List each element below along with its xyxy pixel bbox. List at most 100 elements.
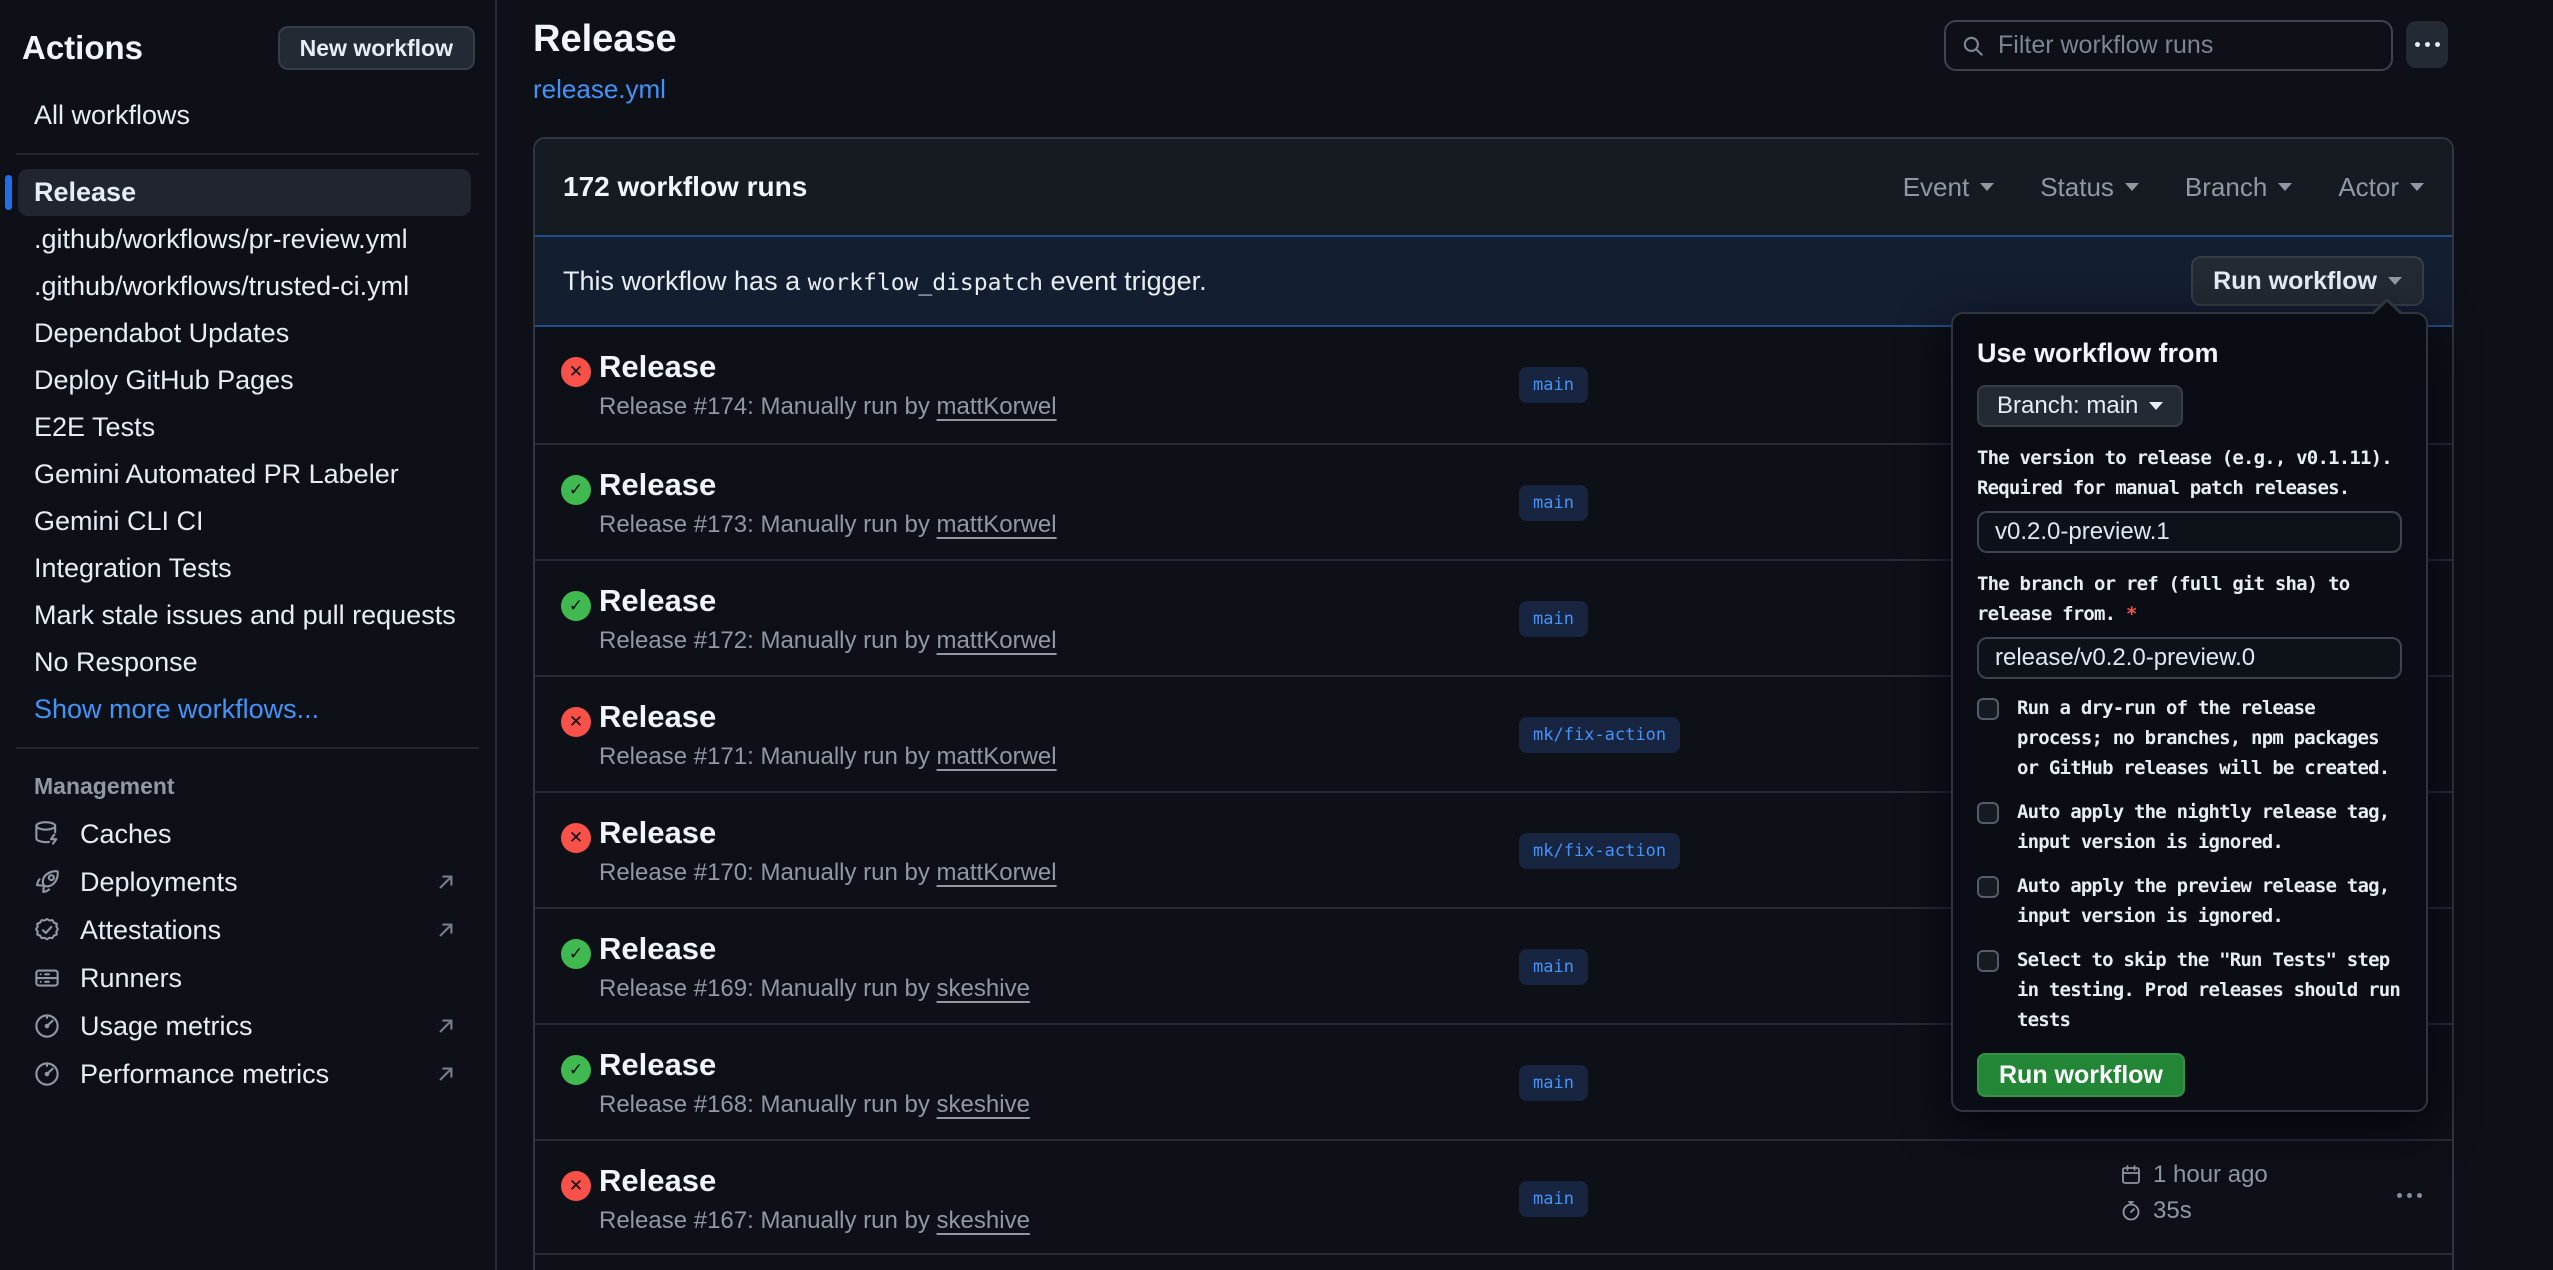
run-status-icon: ✕ [561,357,591,387]
ref-input[interactable] [1977,637,2402,679]
checkbox[interactable] [1977,950,1999,972]
run-description: Release #168: Manually run by skeshive [599,1091,1030,1119]
sidebar-workflow-item[interactable]: Integration Tests [0,545,495,592]
run-workflow-submit-button[interactable]: Run workflow [1977,1053,2185,1097]
branch-badge[interactable]: main [1519,1065,1588,1101]
run-actor-link[interactable]: skeshive [937,1091,1030,1118]
run-duration: 35s [2119,1197,2268,1225]
checkbox-label: Run a dry-run of the release process; no… [2017,693,2389,783]
run-actor-link[interactable]: mattKorwel [937,859,1057,886]
horizontal-kebab-icon [2415,42,2440,47]
filter-dropdown-button[interactable]: Event [1903,172,1995,203]
sidebar-header: Actions New workflow [0,0,495,70]
stopwatch-icon [2119,1199,2143,1223]
chevron-down-icon [2149,402,2163,410]
filter-workflow-runs-input[interactable] [1998,31,2377,60]
run-title-link[interactable]: Release [599,699,716,735]
external-link-icon [433,869,459,895]
workflow-dispatch-code: workflow_dispatch [808,270,1043,296]
run-title-link[interactable]: Release [599,1163,716,1199]
horizontal-kebab-icon [2397,1193,2422,1198]
checkbox-label: Select to skip the "Run Tests" step in t… [2017,945,2400,1035]
workflow-run-row[interactable]: ✕ Release Release #167: Manually run by … [535,1139,2452,1255]
run-kebab-button[interactable] [2397,1185,2422,1203]
dispatch-checkbox-row[interactable]: Run a dry-run of the release process; no… [1977,693,2402,783]
workflow-file-link[interactable]: release.yml [533,74,666,105]
cache-icon [32,819,62,849]
sidebar-item-label: Runners [80,963,182,994]
run-title-link[interactable]: Release [599,583,716,619]
run-meta: 1 hour ago 35s [2119,1161,2268,1225]
panel-caret [2373,302,2401,315]
dispatch-checkbox-row[interactable]: Auto apply the nightly release tag, inpu… [1977,797,2402,857]
runs-card-header: 172 workflow runs EventStatusBranchActor [535,139,2452,235]
chevron-down-icon [2388,277,2402,285]
run-title-link[interactable]: Release [599,467,716,503]
sidebar-workflow-item[interactable]: Show more workflows... [0,686,495,733]
sidebar-item-label: Caches [80,819,172,850]
branch-badge[interactable]: mk/fix-action [1519,833,1680,869]
filter-dropdown-button[interactable]: Branch [2185,172,2292,203]
sidebar-workflow-item[interactable]: Release [18,169,471,216]
sidebar-workflow-item[interactable]: Gemini Automated PR Labeler [0,451,495,498]
sidebar-item-caches[interactable]: Caches [0,810,495,858]
sidebar-workflow-item[interactable]: No Response [0,639,495,686]
branch-badge[interactable]: main [1519,485,1588,521]
branch-select-button[interactable]: Branch: main [1977,385,2183,427]
version-input[interactable] [1977,511,2402,553]
github-actions-page: Actions New workflow All workflows Relea… [0,0,2553,1270]
sidebar-workflow-item[interactable]: Deploy GitHub Pages [0,357,495,404]
run-actor-link[interactable]: mattKorwel [937,393,1057,420]
checkbox[interactable] [1977,876,1999,898]
chevron-down-icon [1980,183,1994,191]
branch-badge[interactable]: mk/fix-action [1519,717,1680,753]
branch-badge[interactable]: main [1519,1181,1588,1217]
branch-badge[interactable]: main [1519,367,1588,403]
dispatch-checkbox-row[interactable]: Auto apply the preview release tag, inpu… [1977,871,2402,931]
sidebar-item-performance-metrics[interactable]: Performance metrics [0,1050,495,1098]
filter-workflow-runs-box [1944,20,2393,71]
runs-filters: Event Status Branch Actor [1903,172,2424,203]
run-actor-link[interactable]: skeshive [937,975,1030,1002]
sidebar-item-attestations[interactable]: Attestations [0,906,495,954]
sidebar-item-usage-metrics[interactable]: Usage metrics [0,1002,495,1050]
dispatch-banner-text: This workflow has a workflow_dispatch ev… [563,266,1207,297]
sidebar-item-label: Deployments [80,867,238,898]
checkbox[interactable] [1977,698,1999,720]
sidebar-workflow-item[interactable]: Mark stale issues and pull requests [0,592,495,639]
workflow-options-kebab-button[interactable] [2406,21,2448,68]
run-actor-link[interactable]: mattKorwel [937,627,1057,654]
chevron-down-icon [2410,183,2424,191]
actions-sidebar: Actions New workflow All workflows Relea… [0,0,497,1270]
external-link-icon [433,1061,459,1087]
sidebar-item-all-workflows[interactable]: All workflows [0,92,495,139]
sidebar-workflow-item[interactable]: Dependabot Updates [0,310,495,357]
branch-badge[interactable]: main [1519,949,1588,985]
filter-dropdown-button[interactable]: Status [2040,172,2139,203]
run-status-icon: ✓ [561,939,591,969]
calendar-icon [2119,1163,2143,1187]
new-workflow-button[interactable]: New workflow [278,26,475,70]
sidebar-item-label: Attestations [80,915,221,946]
run-actor-link[interactable]: mattKorwel [937,743,1057,770]
sidebar-workflow-item[interactable]: Gemini CLI CI [0,498,495,545]
sidebar-workflow-item[interactable]: .github/workflows/trusted-ci.yml [0,263,495,310]
run-title-link[interactable]: Release [599,1047,716,1083]
checkbox[interactable] [1977,802,1999,824]
dispatch-checkbox-row[interactable]: Select to skip the "Run Tests" step in t… [1977,945,2402,1035]
verified-icon [32,915,62,945]
sidebar-item-runners[interactable]: Runners [0,954,495,1002]
sidebar-workflow-item[interactable]: E2E Tests [0,404,495,451]
run-description: Release #171: Manually run by mattKorwel [599,743,1057,771]
ref-input-help: The branch or ref (full git sha) to rele… [1977,569,2402,629]
sidebar-workflow-item[interactable]: .github/workflows/pr-review.yml [0,216,495,263]
branch-badge[interactable]: main [1519,601,1588,637]
run-title-link[interactable]: Release [599,815,716,851]
run-title-link[interactable]: Release [599,349,716,385]
run-title-link[interactable]: Release [599,931,716,967]
sidebar-item-deployments[interactable]: Deployments [0,858,495,906]
filter-dropdown-button[interactable]: Actor [2338,172,2424,203]
server-icon [32,963,62,993]
run-actor-link[interactable]: mattKorwel [937,511,1057,538]
run-actor-link[interactable]: skeshive [937,1207,1030,1234]
